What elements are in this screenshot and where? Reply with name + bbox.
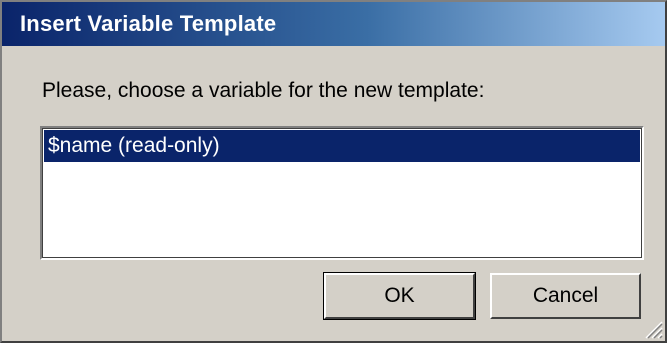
dialog-title-bar[interactable]: Insert Variable Template [2,2,665,46]
cancel-button[interactable]: Cancel [490,273,641,319]
resize-grip-icon[interactable] [641,317,663,339]
variable-list: $name (read-only) [44,130,640,256]
list-item[interactable]: $name (read-only) [44,130,640,162]
variable-listbox[interactable]: $name (read-only) [40,126,644,260]
dialog-title: Insert Variable Template [20,11,277,36]
prompt-text: Please, choose a variable for the new te… [42,79,485,102]
ok-button[interactable]: OK [323,272,476,320]
insert-variable-template-dialog: Insert Variable Template Please, choose … [0,0,667,343]
